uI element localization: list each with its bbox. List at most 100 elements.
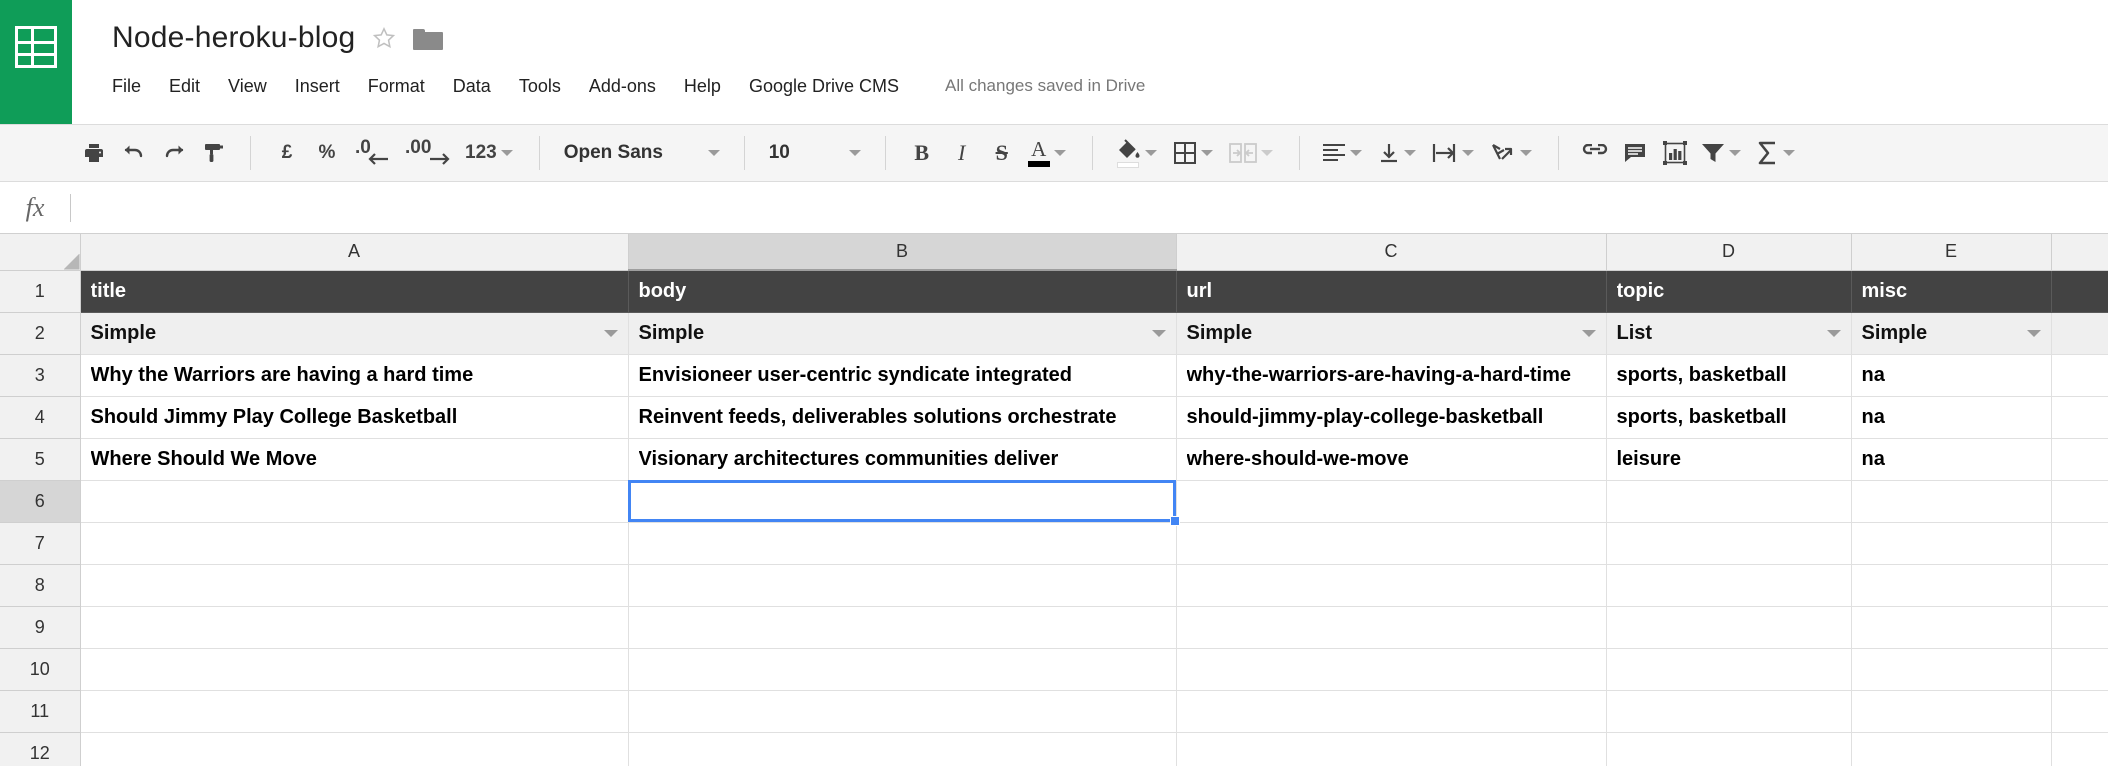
cell-a6[interactable]	[79, 479, 629, 523]
cell-c2[interactable]: Simple	[1175, 311, 1607, 355]
menu-item-edit[interactable]: Edit	[155, 72, 214, 101]
cell-b8[interactable]	[627, 563, 1177, 607]
table-row[interactable]: 2 Simple Simple Simple List Simple	[0, 311, 2108, 355]
cell-f4[interactable]	[2050, 395, 2108, 439]
cell-b2[interactable]: Simple	[627, 311, 1177, 355]
select-all-corner[interactable]	[0, 234, 81, 271]
chevron-down-icon[interactable]	[1519, 150, 1532, 156]
cell-d7[interactable]	[1605, 521, 1852, 565]
vertical-align-icon[interactable]	[1372, 133, 1426, 173]
cell-e2[interactable]: Simple	[1850, 311, 2052, 355]
borders-icon[interactable]	[1167, 133, 1223, 173]
column-header-e[interactable]: E	[1850, 234, 2052, 271]
table-row[interactable]: 11	[0, 689, 2108, 733]
table-row[interactable]: 10	[0, 647, 2108, 691]
cell-f7[interactable]	[2050, 521, 2108, 565]
cell-a10[interactable]	[79, 647, 629, 691]
cell-b1[interactable]: body	[627, 269, 1177, 313]
cell-a8[interactable]	[79, 563, 629, 607]
chevron-down-icon[interactable]	[1349, 150, 1362, 156]
cell-f3[interactable]	[2050, 353, 2108, 397]
cell-b6[interactable]	[627, 479, 1177, 523]
cell-d12[interactable]	[1605, 731, 1852, 766]
chevron-down-icon[interactable]	[1403, 150, 1416, 156]
cell-b7[interactable]	[627, 521, 1177, 565]
cell-c12[interactable]	[1175, 731, 1607, 766]
menu-item-format[interactable]: Format	[354, 72, 439, 101]
chevron-down-icon[interactable]	[848, 150, 861, 156]
table-row[interactable]: 6	[0, 479, 2108, 523]
text-color-button[interactable]: A	[1022, 133, 1076, 173]
comment-icon[interactable]	[1615, 133, 1655, 173]
cell-e5[interactable]: na	[1850, 437, 2052, 481]
cell-a9[interactable]	[79, 605, 629, 649]
decrease-decimal-button[interactable]: .0	[347, 133, 399, 173]
table-row[interactable]: 8	[0, 563, 2108, 607]
column-header-f[interactable]	[2050, 234, 2108, 271]
cell-e4[interactable]: na	[1850, 395, 2052, 439]
print-icon[interactable]	[74, 133, 114, 173]
font-size-select[interactable]: 10	[761, 142, 869, 164]
table-row[interactable]: 3 Why the Warriors are having a hard tim…	[0, 353, 2108, 397]
cell-d6[interactable]	[1605, 479, 1852, 523]
cell-c11[interactable]	[1175, 689, 1607, 733]
row-header-5[interactable]: 5	[0, 437, 81, 481]
cell-a4[interactable]: Should Jimmy Play College Basketball	[79, 395, 629, 439]
chevron-down-icon[interactable]	[1053, 150, 1066, 156]
row-header-6[interactable]: 6	[0, 479, 81, 523]
row-header-9[interactable]: 9	[0, 605, 81, 649]
chevron-down-icon[interactable]	[707, 150, 720, 156]
chevron-down-icon[interactable]	[1144, 150, 1157, 156]
column-header-a[interactable]: A	[79, 234, 629, 271]
chevron-down-icon[interactable]	[1200, 150, 1213, 156]
menu-item-google-drive-cms[interactable]: Google Drive CMS	[735, 72, 913, 101]
currency-format-button[interactable]: £	[267, 133, 307, 173]
cell-a12[interactable]	[79, 731, 629, 766]
cell-f8[interactable]	[2050, 563, 2108, 607]
chevron-down-icon[interactable]	[2026, 330, 2041, 337]
fill-color-button[interactable]	[1109, 133, 1167, 173]
font-family-select[interactable]: Open Sans	[556, 142, 728, 164]
column-header-d[interactable]: D	[1605, 234, 1852, 271]
cell-e3[interactable]: na	[1850, 353, 2052, 397]
redo-icon[interactable]	[154, 133, 194, 173]
star-icon[interactable]	[371, 25, 397, 51]
menu-item-file[interactable]: File	[112, 72, 155, 101]
cell-e9[interactable]	[1850, 605, 2052, 649]
cell-b12[interactable]	[627, 731, 1177, 766]
sum-sigma-icon[interactable]	[1751, 133, 1805, 173]
cell-b11[interactable]	[627, 689, 1177, 733]
menu-item-data[interactable]: Data	[439, 72, 505, 101]
cell-f1[interactable]	[2050, 269, 2108, 313]
table-row[interactable]: 4 Should Jimmy Play College Basketball R…	[0, 395, 2108, 439]
link-icon[interactable]	[1575, 133, 1615, 173]
cell-f10[interactable]	[2050, 647, 2108, 691]
cell-d3[interactable]: sports, basketball	[1605, 353, 1852, 397]
chevron-down-icon[interactable]	[1461, 150, 1474, 156]
table-row[interactable]: 7	[0, 521, 2108, 565]
cell-c10[interactable]	[1175, 647, 1607, 691]
row-header-12[interactable]: 12	[0, 731, 81, 766]
chevron-down-icon[interactable]	[1260, 150, 1273, 156]
cell-a2[interactable]: Simple	[79, 311, 629, 355]
cell-e6[interactable]	[1850, 479, 2052, 523]
cell-e11[interactable]	[1850, 689, 2052, 733]
cell-c4[interactable]: should-jimmy-play-college-basketball	[1175, 395, 1607, 439]
row-header-3[interactable]: 3	[0, 353, 81, 397]
merge-cells-icon[interactable]	[1223, 133, 1283, 173]
paint-format-icon[interactable]	[194, 133, 234, 173]
cell-c5[interactable]: where-should-we-move	[1175, 437, 1607, 481]
page-title[interactable]: Node-heroku-blog	[112, 21, 355, 55]
cell-f6[interactable]	[2050, 479, 2108, 523]
cell-b4[interactable]: Reinvent feeds, deliverables solutions o…	[627, 395, 1177, 439]
chevron-down-icon[interactable]	[1151, 330, 1166, 337]
menu-item-view[interactable]: View	[214, 72, 281, 101]
cell-d2[interactable]: List	[1605, 311, 1852, 355]
cell-c7[interactable]	[1175, 521, 1607, 565]
cell-d11[interactable]	[1605, 689, 1852, 733]
chevron-down-icon[interactable]	[603, 330, 618, 337]
menu-item-insert[interactable]: Insert	[281, 72, 354, 101]
cell-f2[interactable]	[2050, 311, 2108, 355]
strikethrough-button[interactable]: S	[982, 133, 1022, 173]
number-format-button[interactable]: 123	[459, 133, 523, 173]
